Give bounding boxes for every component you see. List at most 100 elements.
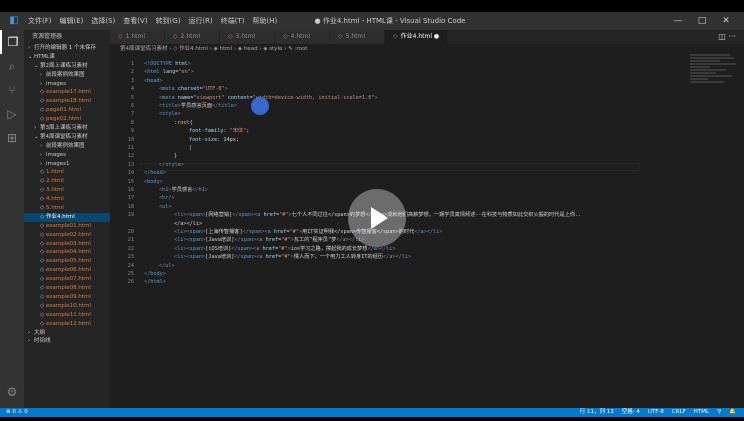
tree-file[interactable]: ◇ example05.html bbox=[24, 257, 110, 266]
tree-file[interactable]: ◇ page01.html bbox=[24, 106, 110, 115]
line-number: 5 bbox=[130, 94, 134, 101]
code-text: :root{ bbox=[174, 119, 193, 127]
code-token: "#" bbox=[281, 237, 291, 244]
status-item[interactable]: ⚲ bbox=[717, 408, 721, 417]
close-icon[interactable]: ✕ bbox=[714, 12, 738, 30]
tree-file[interactable]: ◇ 作业4.html bbox=[24, 212, 110, 222]
status-item[interactable]: 🔔 bbox=[729, 408, 736, 417]
status-item[interactable]: UTF-8 bbox=[648, 408, 664, 417]
tab-actions[interactable]: ◫ ··· bbox=[718, 30, 736, 44]
tree-file[interactable]: ◇ example02.html bbox=[24, 231, 110, 240]
code-line[interactable]: 21 <li><span>[Java培训]</span><a href="#">瓦… bbox=[110, 236, 690, 244]
code-line[interactable]: 13 </style> bbox=[110, 161, 690, 169]
play-button[interactable] bbox=[348, 189, 406, 247]
tree-folder[interactable]: › images bbox=[24, 80, 110, 89]
tree-file[interactable]: ◇ example07.html bbox=[24, 275, 110, 284]
code-line[interactable]: 7 <style> bbox=[110, 110, 690, 118]
code-token: > bbox=[233, 103, 238, 109]
editor-tab[interactable]: ◇ 4.html bbox=[275, 30, 330, 44]
file-html-icon: ◇ bbox=[283, 33, 288, 40]
line-number: 12 bbox=[127, 153, 134, 160]
tree-folder[interactable]: › 前段案例效果图 bbox=[24, 71, 110, 80]
editor-tab[interactable]: ◇ 1.html bbox=[110, 30, 165, 44]
tree-file[interactable]: ◇ example10.html bbox=[24, 302, 110, 311]
tree-file[interactable]: ◇ 5.html bbox=[24, 204, 110, 213]
tree-folder[interactable]: ⌄第4周课堂练习素材 bbox=[24, 133, 110, 142]
tree-file[interactable]: ◇ example09.html bbox=[24, 293, 110, 302]
tree-folder[interactable]: › images bbox=[24, 151, 110, 160]
tree-file[interactable]: ◇ example03.html bbox=[24, 240, 110, 249]
line-number: 3 bbox=[130, 77, 134, 84]
menu-item[interactable]: 运行(R) bbox=[188, 12, 212, 30]
menu-item[interactable]: 选择(S) bbox=[91, 12, 115, 30]
code-line[interactable]: 12} bbox=[110, 152, 690, 160]
tree-file[interactable]: ◇ example01.html bbox=[24, 222, 110, 231]
code-line[interactable]: 24 </ul> bbox=[110, 262, 690, 270]
tree-folder[interactable]: › 前段案例效果图 bbox=[24, 142, 110, 151]
code-line[interactable]: 25 </body> bbox=[110, 270, 690, 278]
tree-file[interactable]: ◇ 2.html bbox=[24, 177, 110, 186]
tree-file[interactable]: ◇ example12.html bbox=[24, 320, 110, 329]
gear-icon[interactable]: ⚙ bbox=[0, 380, 24, 404]
source-control-icon[interactable]: ⑂ bbox=[0, 78, 24, 102]
problems-status[interactable]: ⊗ 0 ⚠ 0 bbox=[6, 408, 28, 417]
editor-tab[interactable]: ◇ 作业4.html ● bbox=[385, 30, 449, 44]
tree-file[interactable]: ◇ example11.html bbox=[24, 311, 110, 320]
files-icon[interactable]: ❐ bbox=[0, 30, 24, 54]
code-line[interactable]: 23 <li><span>[Java培训]</span><a href="#">慢… bbox=[110, 253, 690, 261]
code-line[interactable]: 5 <meta name="viewport" content="width=de… bbox=[110, 94, 690, 102]
code-line[interactable]: 3 <head> bbox=[110, 77, 690, 85]
tree-folder[interactable]: › 大纲 bbox=[24, 329, 110, 338]
tree-folder[interactable]: › 打开的编辑器 1 个未保存 bbox=[24, 44, 110, 53]
status-item[interactable]: CRLF bbox=[672, 408, 686, 417]
extensions-icon[interactable]: ⊞ bbox=[0, 126, 24, 150]
tree-file[interactable]: ◇ 4.html bbox=[24, 195, 110, 204]
menu-item[interactable]: 转到(G) bbox=[156, 12, 181, 30]
code-line[interactable]: 10 font-size: 14px; bbox=[110, 136, 690, 144]
minimize-icon[interactable]: — bbox=[666, 12, 690, 30]
tree-file[interactable]: ◇ page02.html bbox=[24, 115, 110, 124]
tree-folder[interactable]: › images1 bbox=[24, 160, 110, 169]
tree-file[interactable]: ◇ example06.html bbox=[24, 266, 110, 275]
editor-tab[interactable]: ◇ 3.html bbox=[220, 30, 275, 44]
menu-item[interactable]: 文件(F) bbox=[28, 12, 52, 30]
code-line[interactable]: 14 </head> bbox=[110, 169, 690, 177]
minimap[interactable] bbox=[690, 54, 738, 114]
menu-item[interactable]: 终端(T) bbox=[221, 12, 245, 30]
status-item[interactable]: HTML bbox=[694, 408, 709, 417]
code-line[interactable]: 1 <!DOCTYPE html> bbox=[110, 60, 690, 68]
status-item[interactable]: 空格: 4 bbox=[622, 408, 640, 417]
debug-icon[interactable]: ▷ bbox=[0, 102, 24, 126]
code-line[interactable]: 2 <html lang="en"> bbox=[110, 68, 690, 76]
search-icon[interactable]: ⌕ bbox=[0, 54, 24, 78]
code-line[interactable]: 15 <body> bbox=[110, 178, 690, 186]
tree-folder[interactable]: › 时间线 bbox=[24, 337, 110, 346]
code-line[interactable]: 9 font-family: "宋体"; bbox=[110, 127, 690, 135]
code-line[interactable]: 11 | bbox=[110, 144, 690, 152]
code-line[interactable]: 6 <title>学员感言页面</title> bbox=[110, 102, 690, 110]
menu-item[interactable]: 查看(V) bbox=[123, 12, 147, 30]
breadcrumb[interactable]: 第4周课堂练习素材 › ◇ 作业4.html › ◈ html › ◈ head… bbox=[110, 44, 744, 54]
code-token: ; bbox=[246, 128, 250, 135]
status-item[interactable]: 行 11，列 13 bbox=[580, 408, 614, 417]
editor-tab[interactable]: ◇ 2.html bbox=[165, 30, 220, 44]
tree-file[interactable]: ◇ example04.html bbox=[24, 248, 110, 257]
code-line[interactable]: 8:root{ bbox=[110, 119, 690, 127]
code-line[interactable]: 26 </html> bbox=[110, 278, 690, 286]
code-line[interactable]: 22 <li><span>[iOS培训]</span><a href="#">io… bbox=[110, 245, 690, 253]
tree-file[interactable]: ◇ 1.html bbox=[24, 168, 110, 177]
code-line[interactable]: 4 <meta charset="UTF-8"> bbox=[110, 85, 690, 93]
maximize-icon[interactable]: □ bbox=[690, 12, 714, 30]
menu-item[interactable]: 帮助(H) bbox=[253, 12, 278, 30]
tree-folder[interactable]: ⌄HTML课 bbox=[24, 53, 110, 62]
tree-file[interactable]: ◇ example17.html bbox=[24, 88, 110, 97]
tree-file[interactable]: ◇ example18.html bbox=[24, 97, 110, 106]
code-line[interactable]: 16 <h1>学员感言</h1> bbox=[110, 186, 690, 194]
tree-file[interactable]: ◇ example08.html bbox=[24, 284, 110, 293]
menu-item[interactable]: 编辑(E) bbox=[60, 12, 84, 30]
tree-folder[interactable]: ⌄第2周上课练习素材 bbox=[24, 62, 110, 71]
tree-folder[interactable]: › 第3周上课练习素材 bbox=[24, 124, 110, 133]
tree-file[interactable]: ◇ 3.html bbox=[24, 186, 110, 195]
editor-tab[interactable]: ◇ 5.html bbox=[330, 30, 385, 44]
line-number: 10 bbox=[127, 136, 134, 143]
